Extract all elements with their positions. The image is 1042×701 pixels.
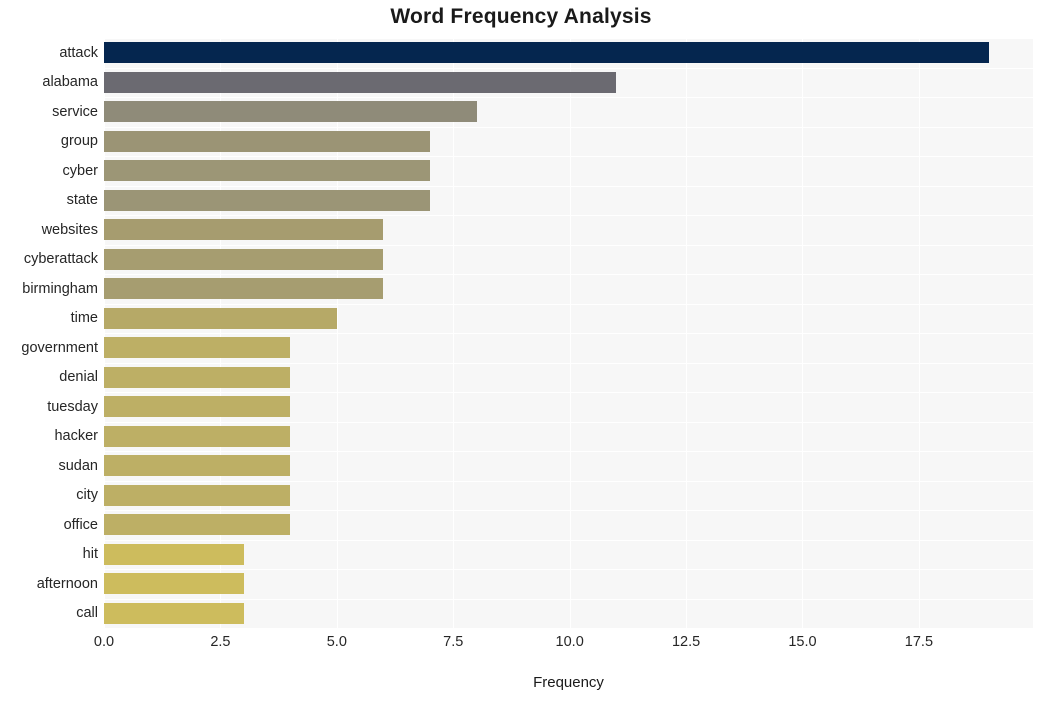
y-gridline [104, 244, 1033, 246]
x-tick-label: 17.5 [904, 634, 934, 650]
bar [104, 602, 244, 624]
y-gridline [104, 510, 1033, 511]
y-tick-label: service [52, 103, 98, 120]
y-gridline [104, 598, 1033, 600]
x-tick-label: 5.0 [326, 634, 347, 650]
y-tick-label: cyberattack [23, 251, 98, 268]
bar [104, 189, 430, 211]
bar [104, 307, 337, 329]
y-tick-label: afternoon [36, 575, 98, 592]
y-tick-label: sudan [58, 457, 98, 474]
x-tick-label: 12.5 [671, 634, 701, 650]
y-axis-tick-labels: attack alabama service group cyber state websi… [0, 38, 98, 628]
y-tick-label: birmingham [22, 280, 98, 297]
x-tick-label: 7.5 [443, 634, 464, 650]
bar [104, 337, 291, 359]
bar [104, 514, 291, 536]
y-tick-label: attack [59, 44, 98, 61]
y-tick-label: websites [41, 221, 98, 238]
x-tick-label: 15.0 [788, 634, 817, 650]
bar [104, 484, 291, 506]
bar [104, 543, 244, 565]
y-gridline [104, 569, 1033, 570]
y-gridline [104, 38, 1033, 39]
bar [104, 71, 617, 93]
y-gridline [104, 67, 1033, 69]
y-gridline [104, 480, 1033, 482]
x-axis-tick-labels: 0.0 2.5 5.0 7.5 10.0 12.5 15.0 17.5 [0, 634, 1042, 660]
bar [104, 573, 244, 595]
bar [104, 101, 477, 123]
x-axis-title: Frequency [533, 674, 604, 691]
y-tick-label: group [60, 133, 98, 150]
y-gridline [104, 362, 1033, 364]
y-gridline [104, 274, 1033, 275]
y-tick-label: time [70, 310, 98, 327]
x-tick-label: 0.0 [93, 634, 115, 650]
x-tick-label: 10.0 [555, 634, 584, 650]
bar [104, 455, 291, 477]
bar [104, 160, 430, 182]
word-frequency-chart-figure: Word Frequency Analysis attack alabama ser… [0, 0, 1042, 701]
y-tick-label: city [76, 487, 98, 504]
y-gridline [104, 303, 1033, 305]
y-tick-label: state [66, 192, 98, 209]
y-tick-label: tuesday [47, 398, 98, 415]
y-tick-label: office [63, 516, 98, 533]
y-tick-label: call [76, 605, 98, 622]
bar [104, 278, 384, 300]
y-tick-label: alabama [42, 74, 98, 91]
chart-title: Word Frequency Analysis [390, 5, 652, 28]
y-tick-label: hacker [54, 428, 98, 445]
y-gridline [104, 451, 1033, 452]
bar [104, 425, 291, 447]
bar [104, 130, 430, 152]
y-gridline [104, 421, 1033, 423]
bar [104, 42, 989, 64]
y-tick-label: cyber [62, 162, 98, 179]
y-gridline [104, 539, 1033, 541]
x-tick-label: 2.5 [210, 634, 231, 650]
y-gridline [104, 333, 1033, 334]
y-tick-label: government [21, 339, 98, 356]
y-gridline [104, 215, 1033, 216]
bar [104, 396, 291, 418]
y-tick-label: denial [59, 369, 98, 386]
bar [104, 366, 291, 388]
y-gridline [104, 185, 1033, 187]
y-gridline [104, 392, 1033, 393]
y-gridline [104, 156, 1033, 157]
plot-area [104, 38, 1033, 628]
bar [104, 219, 384, 241]
y-gridline [104, 97, 1033, 98]
y-gridline [104, 126, 1033, 128]
y-tick-label: hit [82, 546, 98, 563]
bar [104, 248, 384, 270]
